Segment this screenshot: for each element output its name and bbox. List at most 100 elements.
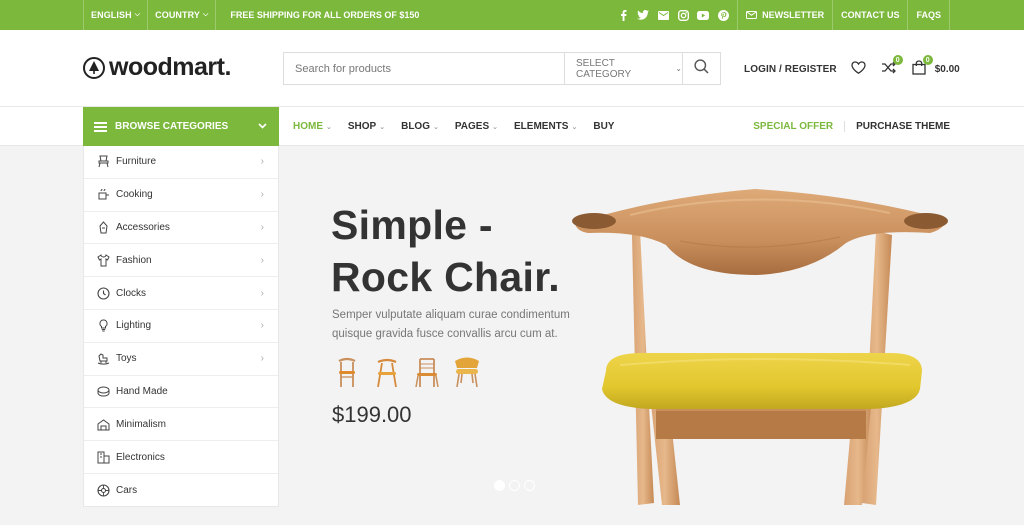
shipping-notice: FREE SHIPPING FOR ALL ORDERS OF $150 — [215, 0, 419, 30]
category-label: Cooking — [116, 189, 153, 201]
bulb-icon — [96, 319, 110, 333]
minimalism-icon — [96, 417, 110, 431]
nav-shop[interactable]: SHOP ⌄ — [348, 121, 385, 132]
browse-categories-label: BROWSE CATEGORIES — [115, 121, 229, 132]
header-actions: LOGIN / REGISTER 0 0 $0.00 — [744, 55, 960, 78]
electronics-icon — [96, 450, 110, 464]
top-bar: ENGLISH ⌵ COUNTRY ⌵ FREE SHIPPING FOR ALL … — [0, 0, 1024, 30]
header: woodmart. SELECT CATEGORY ⌄ LOGIN / REGIS… — [0, 30, 1024, 107]
login-register-link[interactable]: LOGIN / REGISTER — [744, 64, 837, 75]
language-selector[interactable]: ENGLISH ⌵ — [83, 0, 147, 30]
twitter-icon[interactable] — [637, 9, 650, 21]
nav-blog[interactable]: BLOG ⌄ — [401, 121, 439, 132]
handmade-icon — [96, 384, 110, 398]
car-wheel-icon — [96, 483, 110, 497]
logo[interactable]: woodmart. — [83, 53, 231, 82]
chevron-down-icon: ⌵ — [203, 11, 209, 18]
browse-categories-button[interactable]: BROWSE CATEGORIES — [83, 107, 279, 146]
envelope-icon — [746, 11, 758, 19]
category-label: Furniture — [116, 156, 157, 168]
search-form: SELECT CATEGORY ⌄ — [283, 52, 721, 85]
category-cars[interactable]: Cars — [84, 474, 278, 507]
category-hand-made[interactable]: Hand Made — [84, 376, 278, 409]
slider-dot-3[interactable] — [524, 480, 535, 491]
contact-link[interactable]: CONTACT US — [832, 0, 907, 30]
category-toys[interactable]: Toys › — [84, 343, 278, 376]
main-navigation: BROWSE CATEGORIES HOME ⌄ SHOP ⌄ BLOG ⌄ PAGE… — [0, 107, 1024, 146]
nav-buy[interactable]: BUY — [593, 121, 614, 132]
nav-elements[interactable]: ELEMENTS ⌄ — [514, 121, 577, 132]
slider-dot-2[interactable] — [509, 480, 520, 491]
country-selector[interactable]: COUNTRY ⌵ — [147, 0, 215, 30]
chevron-right-icon: › — [260, 320, 264, 332]
logo-text: woodmart. — [109, 53, 231, 81]
chair-thumbnail-icon[interactable] — [333, 356, 361, 388]
newsletter-label: NEWSLETTER — [762, 10, 825, 20]
hero-title: Simple - Rock Chair. — [331, 199, 560, 303]
category-lighting[interactable]: Lighting › — [84, 310, 278, 343]
chevron-down-icon: ⌄ — [379, 123, 386, 131]
newsletter-link[interactable]: NEWSLETTER — [737, 0, 832, 30]
language-label: ENGLISH — [91, 10, 132, 20]
pinterest-icon[interactable] — [717, 9, 729, 21]
chair-thumbnail-icon[interactable] — [413, 356, 441, 388]
category-label: Lighting — [116, 320, 152, 332]
category-furniture[interactable]: Furniture › — [84, 146, 278, 179]
cart-total[interactable]: $0.00 — [935, 64, 960, 75]
wishlist-button[interactable] — [851, 61, 867, 77]
chevron-down-icon: ⌄ — [432, 123, 439, 131]
category-select-label: SELECT CATEGORY — [576, 57, 632, 80]
chevron-right-icon: › — [260, 254, 264, 266]
hero-description: Semper vulputate aliquam curae condiment… — [332, 309, 570, 340]
nav-label: SHOP — [347, 121, 377, 132]
nav-label: BLOG — [401, 121, 430, 132]
chevron-down-icon: ⌄ — [675, 64, 682, 73]
category-cooking[interactable]: Cooking › — [84, 179, 278, 212]
facebook-icon[interactable] — [617, 9, 629, 21]
faqs-link[interactable]: FAQS — [907, 0, 950, 30]
cart-button[interactable]: 0 — [911, 55, 933, 77]
purchase-theme-link[interactable]: PURCHASE THEME — [845, 121, 950, 132]
category-label: Electronics — [116, 451, 165, 463]
search-button[interactable] — [682, 53, 720, 84]
chair-thumbnail-icon[interactable] — [373, 356, 401, 388]
compare-count-badge: 0 — [892, 55, 903, 65]
category-select[interactable]: SELECT CATEGORY ⌄ — [564, 53, 682, 84]
instagram-icon[interactable] — [677, 9, 689, 21]
nav-pages[interactable]: PAGES ⌄ — [455, 121, 498, 132]
chevron-right-icon: › — [260, 287, 264, 299]
category-fashion[interactable]: Fashion › — [84, 244, 278, 278]
chevron-down-icon: ⌄ — [571, 123, 578, 131]
category-menu: Furniture › Cooking › Accessories › Fashion… — [83, 146, 279, 507]
search-input[interactable] — [284, 53, 564, 84]
chevron-right-icon: › — [260, 221, 264, 233]
category-accessories[interactable]: Accessories › — [84, 212, 278, 245]
cooking-icon — [96, 188, 110, 202]
youtube-icon[interactable] — [697, 9, 710, 21]
category-label: Minimalism — [116, 418, 166, 430]
nav-label: BUY — [593, 121, 615, 132]
category-label: Hand Made — [116, 385, 168, 397]
category-electronics[interactable]: Electronics — [84, 441, 278, 474]
category-label: Toys — [116, 353, 137, 365]
email-icon[interactable] — [657, 9, 669, 21]
chair-thumbnail-icon[interactable] — [453, 356, 481, 388]
social-icons — [617, 9, 737, 21]
menu-bar: HOME ⌄ SHOP ⌄ BLOG ⌄ PAGES ⌄ ELEMENTS ⌄ BUY — [293, 107, 630, 146]
hamburger-icon — [94, 121, 107, 132]
clock-icon — [96, 286, 110, 300]
nav-label: ELEMENTS — [514, 121, 569, 132]
category-minimalism[interactable]: Minimalism — [84, 408, 278, 442]
slider-dot-1[interactable] — [494, 480, 505, 491]
category-label: Clocks — [116, 287, 147, 299]
accessories-icon — [96, 220, 110, 234]
special-offer-link[interactable]: SPECIAL OFFER — [753, 121, 846, 132]
category-clocks[interactable]: Clocks › — [84, 277, 278, 310]
compare-button[interactable]: 0 — [881, 55, 903, 77]
chevron-down-icon — [258, 121, 267, 131]
nav-home[interactable]: HOME ⌄ — [293, 121, 332, 132]
category-label: Cars — [116, 484, 138, 496]
chevron-down-icon: ⌄ — [326, 123, 332, 131]
hero-title-line: Simple - — [331, 202, 493, 248]
chevron-down-icon: ⌵ — [134, 11, 141, 18]
